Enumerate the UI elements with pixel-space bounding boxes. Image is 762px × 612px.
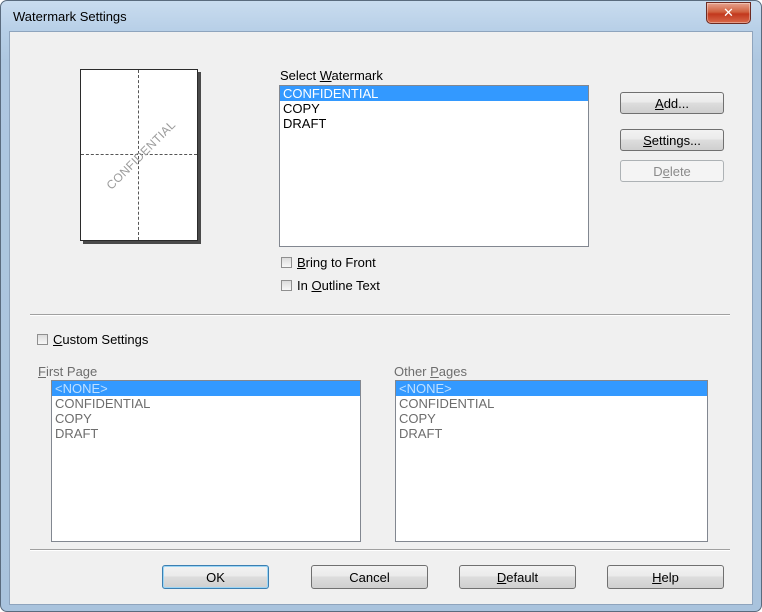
other-pages-list[interactable]: <NONE> CONFIDENTIAL COPY DRAFT <box>395 380 708 542</box>
first-page-label: First Page <box>38 364 98 379</box>
settings-button[interactable]: Settings... <box>620 129 724 151</box>
footer-divider <box>30 549 730 551</box>
list-item[interactable]: DRAFT <box>280 116 588 131</box>
custom-settings-checkbox[interactable] <box>37 334 48 345</box>
watermark-list[interactable]: CONFIDENTIAL COPY DRAFT <box>279 85 589 247</box>
bring-to-front-option[interactable]: Bring to Front <box>281 255 376 270</box>
close-button[interactable]: ✕ <box>706 2 751 24</box>
list-item[interactable]: CONFIDENTIAL <box>52 396 360 411</box>
watermark-preview: CONFIDENTIAL <box>80 69 198 241</box>
ok-button[interactable]: OK <box>162 565 269 589</box>
list-item[interactable]: <NONE> <box>52 381 360 396</box>
list-item[interactable]: COPY <box>396 411 707 426</box>
list-item[interactable]: CONFIDENTIAL <box>280 86 588 101</box>
delete-button[interactable]: De lete <box>620 160 724 182</box>
help-button[interactable]: Help <box>607 565 724 589</box>
list-item[interactable]: DRAFT <box>396 426 707 441</box>
close-icon: ✕ <box>723 5 734 20</box>
outline-text-option[interactable]: In Outline Text <box>281 278 380 293</box>
list-item[interactable]: COPY <box>52 411 360 426</box>
other-pages-label: Other Pages <box>394 364 467 379</box>
custom-settings-option[interactable]: Custom Settings <box>37 332 148 347</box>
preview-watermark-text: CONFIDENTIAL <box>103 117 179 193</box>
add-button[interactable]: Add... <box>620 92 724 114</box>
bring-to-front-label: Bring to Front <box>297 255 376 270</box>
default-button[interactable]: Default <box>459 565 576 589</box>
list-item[interactable]: DRAFT <box>52 426 360 441</box>
watermark-settings-dialog: Watermark Settings ✕ CONFIDENTIAL Select… <box>0 0 762 612</box>
custom-settings-label: Custom Settings <box>53 332 149 347</box>
outline-text-label: In Outline Text <box>297 278 380 293</box>
section-divider <box>30 314 730 316</box>
outline-text-checkbox[interactable] <box>281 280 292 291</box>
window-title: Watermark Settings <box>13 9 127 24</box>
bring-to-front-checkbox[interactable] <box>281 257 292 268</box>
cancel-button[interactable]: Cancel <box>311 565 428 589</box>
title-bar[interactable]: Watermark Settings ✕ <box>1 1 761 31</box>
list-item[interactable]: COPY <box>280 101 588 116</box>
list-item[interactable]: <NONE> <box>396 381 707 396</box>
select-watermark-label: Select Watermark <box>280 68 383 83</box>
dialog-client-area: CONFIDENTIAL Select Watermark CONFIDENTI… <box>9 31 753 605</box>
first-page-list[interactable]: <NONE> CONFIDENTIAL COPY DRAFT <box>51 380 361 542</box>
list-item[interactable]: CONFIDENTIAL <box>396 396 707 411</box>
